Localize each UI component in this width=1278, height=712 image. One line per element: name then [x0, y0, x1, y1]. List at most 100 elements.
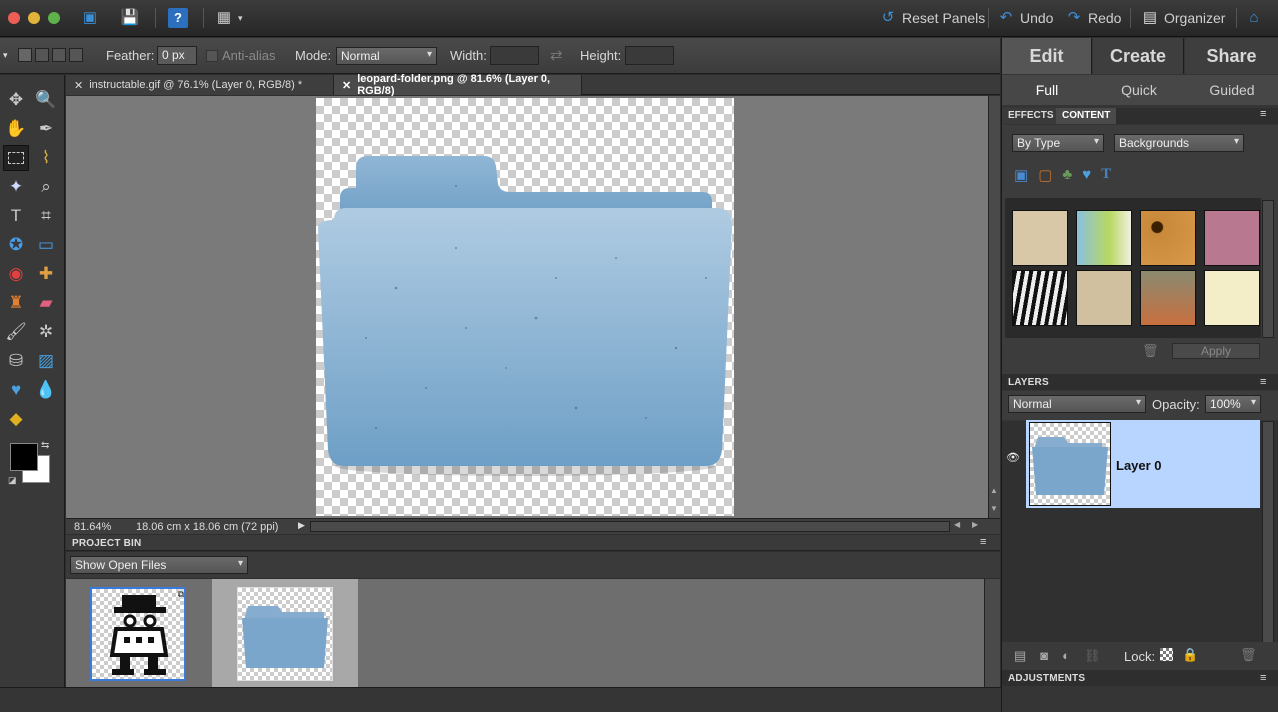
tool-preset-dropdown[interactable]: ▾: [3, 50, 8, 61]
height-input[interactable]: [625, 46, 674, 65]
backgrounds-icon[interactable]: ▣: [1014, 166, 1028, 184]
zoom-window-button[interactable]: [48, 12, 60, 24]
add-selection-icon[interactable]: [35, 48, 49, 62]
shape-tool-icon[interactable]: ♥: [3, 377, 29, 403]
tab-leopard-folder[interactable]: ✕ leopard-folder.png @ 81.6% (Layer 0, R…: [334, 73, 582, 97]
gradient-tool-icon[interactable]: ▨: [33, 348, 59, 374]
layer-mask-icon[interactable]: ◙: [1040, 648, 1048, 664]
eye-icon[interactable]: 👁: [1006, 451, 1020, 464]
content-scrollbar[interactable]: [1262, 200, 1274, 338]
organizer-button[interactable]: ▤ Organizer: [1140, 7, 1226, 29]
swap-colors-icon[interactable]: ⇆: [41, 440, 49, 451]
tab-edit[interactable]: Edit: [1002, 38, 1092, 74]
bin-scrollbar[interactable]: [984, 579, 1000, 687]
frames-icon[interactable]: ▢: [1038, 166, 1052, 184]
content-thumb-leopard[interactable]: [1140, 210, 1196, 266]
help-button[interactable]: ?: [168, 7, 188, 29]
tab-instructable[interactable]: ✕ instructable.gif @ 76.1% (Layer 0, RGB…: [66, 75, 334, 95]
close-icon[interactable]: ✕: [74, 79, 83, 92]
brush-tool-icon[interactable]: 🖌: [3, 319, 29, 345]
redo-button[interactable]: ↷ Redo: [1064, 7, 1122, 29]
tab-quick[interactable]: Quick: [1094, 76, 1184, 104]
tab-share[interactable]: Share: [1185, 38, 1278, 74]
layers-scrollbar[interactable]: [1262, 421, 1274, 655]
panel-menu-icon[interactable]: ≡: [1260, 672, 1266, 684]
content-thumb-pink[interactable]: [1204, 210, 1260, 266]
new-selection-icon[interactable]: [18, 48, 32, 62]
tab-guided[interactable]: Guided: [1186, 76, 1278, 104]
type-tool-icon[interactable]: T: [3, 203, 29, 229]
canvas-area[interactable]: [66, 96, 988, 518]
zoom-tool-icon[interactable]: 🔍: [33, 87, 59, 113]
content-category-select[interactable]: Backgrounds: [1114, 134, 1244, 152]
panel-menu-icon[interactable]: ≡: [1260, 376, 1266, 388]
close-icon[interactable]: ✕: [342, 79, 351, 92]
intersect-selection-icon[interactable]: [69, 48, 83, 62]
feather-input[interactable]: 0 px: [157, 46, 197, 65]
width-input[interactable]: [490, 46, 539, 65]
move-tool-icon[interactable]: ✥: [3, 87, 29, 113]
home-button[interactable]: ⌂: [1244, 7, 1264, 29]
opacity-select[interactable]: 100%: [1205, 395, 1261, 413]
minimize-window-button[interactable]: [28, 12, 40, 24]
link-layer-icon[interactable]: ⛓: [1084, 648, 1101, 664]
foreground-color-swatch[interactable]: [10, 443, 38, 471]
healing-brush-tool-icon[interactable]: ✚: [33, 261, 59, 287]
clone-stamp-tool-icon[interactable]: ♜: [3, 290, 29, 316]
cookie-cutter-tool-icon[interactable]: ✪: [3, 232, 29, 258]
shapes-icon[interactable]: ♥: [1082, 166, 1091, 184]
new-file-button[interactable]: ▣: [80, 7, 100, 29]
content-thumb-autumn[interactable]: [1140, 270, 1196, 326]
panel-menu-icon[interactable]: ≡: [980, 536, 986, 548]
new-layer-icon[interactable]: ▤: [1014, 648, 1026, 664]
mode-select[interactable]: Normal: [336, 47, 437, 65]
content-thumb-zebra[interactable]: [1012, 270, 1068, 326]
content-thumb-colorful[interactable]: [1076, 210, 1132, 266]
lock-transparency-icon[interactable]: [1160, 648, 1173, 661]
sponge-tool-icon[interactable]: ◆: [3, 406, 29, 432]
graphics-icon[interactable]: ♣: [1062, 166, 1072, 184]
bin-filter-select[interactable]: Show Open Files: [70, 556, 248, 574]
delete-layer-icon[interactable]: 🗑: [1240, 647, 1257, 663]
content-thumb-cream[interactable]: [1204, 270, 1260, 326]
tab-effects[interactable]: EFFECTS: [1002, 108, 1060, 124]
arrange-button[interactable]: ▦ ▾: [214, 7, 243, 29]
blend-mode-select[interactable]: Normal: [1008, 395, 1146, 413]
tab-full[interactable]: Full: [1002, 76, 1092, 104]
undo-button[interactable]: ↶ Undo: [996, 7, 1054, 29]
lock-all-icon[interactable]: 🔒: [1182, 647, 1198, 663]
close-window-button[interactable]: [8, 12, 20, 24]
content-thumb-asia-map[interactable]: [1076, 270, 1132, 326]
panel-menu-icon[interactable]: ≡: [1260, 108, 1266, 120]
tab-content[interactable]: CONTENT: [1056, 108, 1117, 124]
apply-button[interactable]: Apply: [1172, 343, 1260, 359]
scroll-up-icon[interactable]: ▲: [990, 486, 998, 495]
swap-icon[interactable]: ⇄: [550, 46, 563, 64]
layer-row[interactable]: Layer 0: [1026, 420, 1260, 508]
blur-tool-icon[interactable]: 💧: [33, 377, 59, 403]
eraser-tool-icon[interactable]: ▰: [33, 290, 59, 316]
document-canvas[interactable]: [316, 98, 734, 516]
tab-create[interactable]: Create: [1093, 38, 1184, 74]
scroll-right-icon[interactable]: ▶: [972, 520, 978, 529]
straighten-tool-icon[interactable]: ▭: [33, 232, 59, 258]
bin-thumbnail-instructable[interactable]: ⧉: [90, 587, 186, 681]
default-colors-icon[interactable]: ◪: [8, 475, 17, 486]
content-type-select[interactable]: By Type: [1012, 134, 1104, 152]
hand-tool-icon[interactable]: ✋: [3, 116, 29, 142]
save-button[interactable]: 💾: [120, 7, 140, 29]
crop-tool-icon[interactable]: ⌗: [33, 203, 59, 229]
adjustment-layer-icon[interactable]: ◐: [1062, 648, 1070, 664]
paint-bucket-tool-icon[interactable]: ⛁: [3, 348, 29, 374]
status-menu-arrow-icon[interactable]: ▶: [298, 520, 305, 531]
red-eye-tool-icon[interactable]: ◉: [3, 261, 29, 287]
canvas-vertical-scrollbar[interactable]: ▲ ▼: [988, 96, 1000, 518]
trash-icon[interactable]: 🗑: [1142, 343, 1159, 359]
text-icon[interactable]: T: [1101, 166, 1111, 184]
magic-wand-tool-icon[interactable]: ✦: [3, 174, 29, 200]
lasso-tool-icon[interactable]: ⌇: [33, 145, 59, 171]
content-thumb-africa-map[interactable]: [1012, 210, 1068, 266]
bin-thumbnail-leopard-folder[interactable]: [237, 587, 333, 681]
reset-panels-button[interactable]: ↺ Reset Panels: [878, 7, 986, 29]
antialias-checkbox[interactable]: [206, 50, 218, 62]
